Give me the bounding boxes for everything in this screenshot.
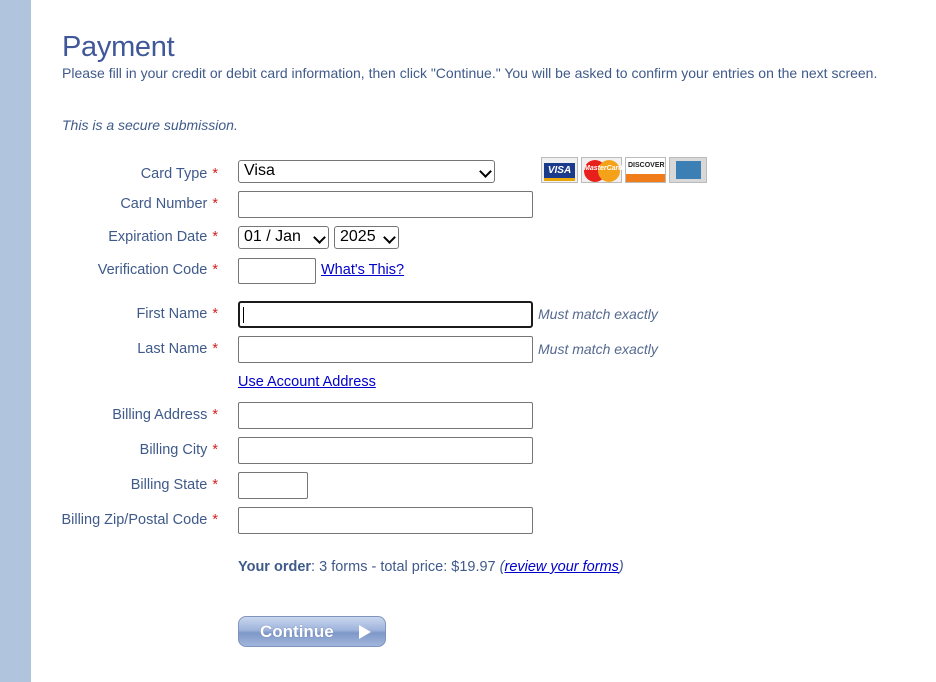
text-caret <box>243 307 244 323</box>
card-type-value: Visa <box>244 162 275 179</box>
expiration-month-select[interactable]: 01 / Jan <box>238 226 329 249</box>
expiration-year-value: 2025 <box>340 228 376 245</box>
last-name-input[interactable] <box>238 336 533 363</box>
required-marker: * <box>212 407 218 423</box>
billing-zip-input[interactable] <box>238 507 533 534</box>
discover-logo-icon: DISCOVER <box>625 157 666 183</box>
required-marker: * <box>212 306 218 322</box>
required-marker: * <box>212 229 218 245</box>
use-account-address-link[interactable]: Use Account Address <box>238 374 376 390</box>
order-close-paren: ) <box>618 559 624 575</box>
required-marker: * <box>212 196 218 212</box>
required-marker: * <box>212 341 218 357</box>
required-marker: * <box>212 166 218 182</box>
chevron-down-icon <box>383 231 396 244</box>
intro-text: Please fill in your credit or debit card… <box>62 65 878 81</box>
card-number-label-text: Card Number <box>120 196 208 212</box>
card-type-label: Card Type * <box>141 166 218 182</box>
last-name-hint: Must match exactly <box>538 341 658 357</box>
order-summary-text: : 3 forms - total price: $19.97 <box>311 559 500 575</box>
page-title: Payment <box>62 31 175 63</box>
billing-zip-label-text: Billing Zip/Postal Code <box>61 512 208 528</box>
billing-state-label: Billing State * <box>131 477 218 493</box>
review-forms-link[interactable]: review your forms <box>504 559 618 575</box>
expiration-date-label: Expiration Date * <box>108 229 218 245</box>
required-marker: * <box>212 262 218 278</box>
continue-button[interactable]: Continue <box>238 616 386 647</box>
order-summary-label: Your order <box>238 559 312 575</box>
verification-code-label-text: Verification Code <box>97 262 208 278</box>
first-name-input[interactable] <box>238 301 533 328</box>
billing-state-input[interactable] <box>238 472 308 499</box>
verification-code-input[interactable] <box>238 258 316 284</box>
visa-logo-text: VISA <box>544 163 575 178</box>
whats-this-link[interactable]: What's This? <box>321 262 404 278</box>
card-type-select[interactable]: Visa <box>238 160 495 183</box>
billing-address-input[interactable] <box>238 402 533 429</box>
left-sidebar-strip <box>0 0 31 682</box>
billing-address-label-text: Billing Address <box>112 407 208 423</box>
amex-logo-icon <box>669 157 707 183</box>
billing-zip-label: Billing Zip/Postal Code * <box>61 512 218 528</box>
required-marker: * <box>212 442 218 458</box>
order-summary: Your order: 3 forms - total price: $19.9… <box>238 559 624 575</box>
last-name-label: Last Name * <box>137 341 218 357</box>
play-arrow-icon <box>359 625 371 639</box>
expiration-month-value: 01 / Jan <box>244 228 301 245</box>
visa-stripe <box>544 178 575 181</box>
last-name-label-text: Last Name <box>137 341 208 357</box>
first-name-label-text: First Name <box>136 306 208 322</box>
discover-logo-text: DISCOVER <box>628 162 665 169</box>
secure-note: This is a secure submission. <box>62 117 238 133</box>
first-name-hint: Must match exactly <box>538 306 658 322</box>
billing-city-label: Billing City * <box>140 442 218 458</box>
first-name-label: First Name * <box>136 306 218 322</box>
verification-code-label: Verification Code * <box>98 262 218 278</box>
required-marker: * <box>212 512 218 528</box>
required-marker: * <box>212 477 218 493</box>
chevron-down-icon <box>313 231 326 244</box>
mastercard-logo-icon: MasterCard <box>581 157 623 183</box>
billing-city-input[interactable] <box>238 437 533 464</box>
expiration-date-label-text: Expiration Date <box>108 229 208 245</box>
continue-button-label: Continue <box>260 622 334 641</box>
mastercard-logo-text: MasterCard <box>584 165 623 172</box>
visa-logo-icon: VISA <box>541 157 578 183</box>
discover-band <box>626 174 665 182</box>
billing-state-label-text: Billing State <box>130 477 208 493</box>
billing-address-label: Billing Address * <box>112 407 218 423</box>
card-number-input[interactable] <box>238 191 533 218</box>
amex-box <box>676 161 701 179</box>
chevron-down-icon <box>479 165 492 178</box>
card-number-label: Card Number * <box>120 196 218 212</box>
expiration-year-select[interactable]: 2025 <box>334 226 399 249</box>
card-type-label-text: Card Type <box>140 166 208 182</box>
billing-city-label-text: Billing City <box>139 442 208 458</box>
